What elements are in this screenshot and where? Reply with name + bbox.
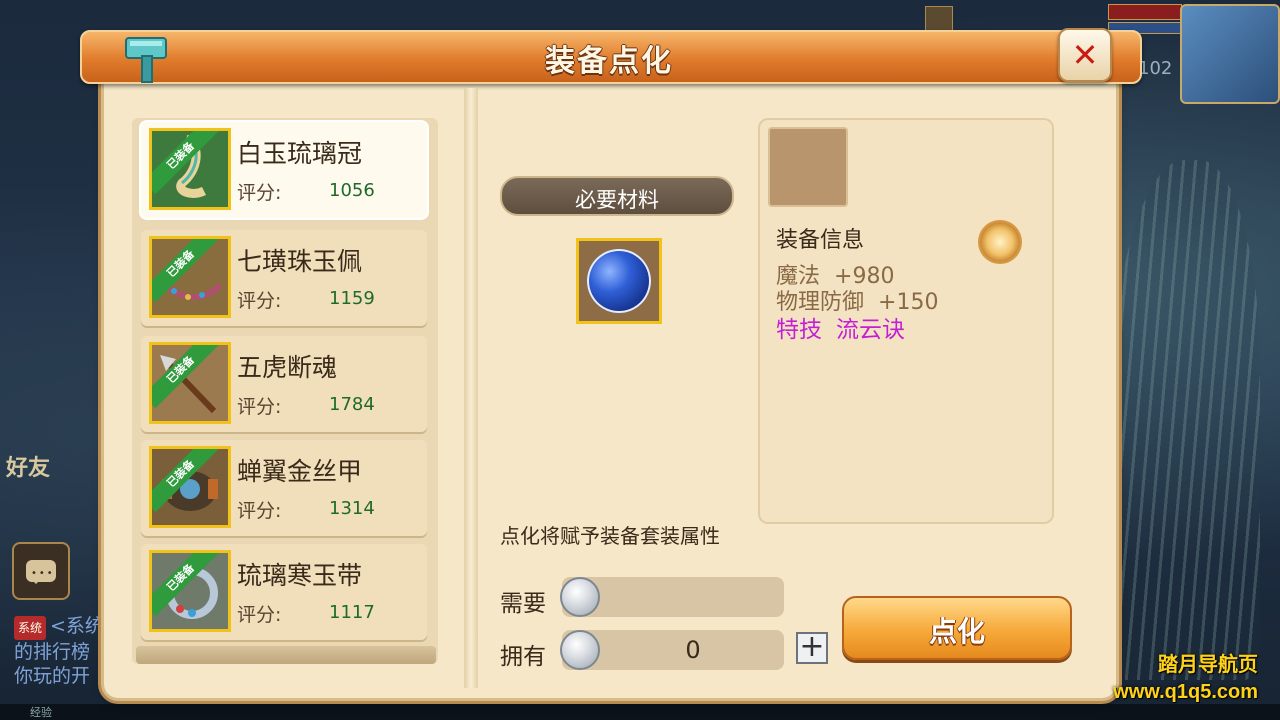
- equipment-item[interactable]: 已装备 七璜珠玉佩 评分: 1159: [141, 230, 427, 326]
- tree-scenery: [1110, 160, 1260, 680]
- equipment-name: 五虎断魂: [237, 353, 338, 382]
- equipment-item[interactable]: 已装备 白玉琉璃冠 评分: 1056: [141, 122, 427, 218]
- equipment-icon: 已装备: [149, 446, 231, 528]
- score-label: 评分:: [237, 500, 282, 522]
- score-label: 评分:: [237, 290, 282, 312]
- blue-orb-icon: [587, 249, 651, 313]
- silver-coin-icon: [560, 577, 600, 617]
- panel-divider: [464, 88, 478, 688]
- score-label: 评分:: [237, 396, 282, 418]
- score-label: 评分:: [237, 604, 282, 626]
- refine-button-label: 点化: [928, 615, 985, 648]
- score-value: 1117: [329, 602, 375, 623]
- have-label: 拥有: [500, 644, 546, 670]
- chat-line: 你玩的开: [14, 665, 91, 687]
- have-amount-bar: 0: [560, 630, 784, 670]
- score-value: 1314: [329, 498, 375, 519]
- close-icon: ✕: [1071, 36, 1099, 74]
- medal-icon[interactable]: [980, 222, 1020, 262]
- chat-line: <系统: [50, 615, 104, 637]
- exp-label: 经验: [30, 706, 52, 719]
- materials-banner: 必要材料: [500, 176, 734, 216]
- chat-button[interactable]: •••: [12, 542, 70, 600]
- equipment-name: 七璜珠玉佩: [237, 247, 363, 276]
- equipment-icon: 已装备: [149, 550, 231, 632]
- watermark-line1: 踏月导航页: [1158, 654, 1258, 676]
- chat-system-tag: 系统: [14, 616, 47, 640]
- info-title: 装备信息: [776, 228, 865, 253]
- equipment-icon: 已装备: [149, 236, 231, 318]
- list-scrollbar[interactable]: [136, 646, 436, 664]
- score-value: 1159: [329, 288, 375, 309]
- chat-log: 系统 <系统 的排行榜 你玩的开: [14, 614, 104, 688]
- special-label: 特技: [776, 317, 822, 343]
- refine-button[interactable]: 点化: [842, 596, 1072, 660]
- score-value: 1056: [329, 180, 375, 201]
- score-value: 1784: [329, 394, 375, 415]
- refine-hint: 点化将赋予装备套装属性: [500, 524, 720, 548]
- watermark: 踏月导航页 www.q1q5.com: [1113, 648, 1258, 704]
- need-amount-bar: [560, 577, 784, 617]
- materials-title: 必要材料: [575, 188, 659, 212]
- equipment-icon: 已装备: [149, 128, 231, 210]
- special-value: 流云诀: [836, 317, 905, 343]
- equipment-item[interactable]: 已装备 五虎断魂 评分: 1784: [141, 336, 427, 432]
- chat-bubble-icon: •••: [26, 560, 56, 584]
- equipment-name: 蝉翼金丝甲: [237, 457, 363, 486]
- equipment-preview-slot: [768, 127, 848, 207]
- close-button[interactable]: ✕: [1058, 28, 1112, 82]
- have-value: 0: [685, 636, 701, 664]
- friend-label: 好友: [6, 456, 51, 481]
- chat-line: 的排行榜: [14, 641, 91, 663]
- hp-bar: [1108, 4, 1182, 20]
- silver-coin-icon: [560, 630, 600, 670]
- dialog-title: 装备点化: [545, 44, 673, 79]
- equipment-name: 白玉琉璃冠: [237, 139, 363, 168]
- exp-bar: 经验: [0, 704, 1280, 720]
- watermark-line2: www.q1q5.com: [1113, 681, 1258, 703]
- special-skill-row: 特技 流云诀: [776, 310, 905, 344]
- add-currency-button[interactable]: +: [796, 632, 828, 664]
- need-label: 需要: [500, 591, 546, 617]
- equipment-name: 琉璃寒玉带: [237, 561, 363, 590]
- material-slot[interactable]: [576, 238, 662, 324]
- equipment-item[interactable]: 已装备 琉璃寒玉带 评分: 1117: [141, 544, 427, 640]
- equipment-icon: 已装备: [149, 342, 231, 424]
- friend-button[interactable]: 好友: [6, 450, 76, 520]
- score-label: 评分:: [237, 182, 282, 204]
- equipment-item[interactable]: 已装备 蝉翼金丝甲 评分: 1314: [141, 440, 427, 536]
